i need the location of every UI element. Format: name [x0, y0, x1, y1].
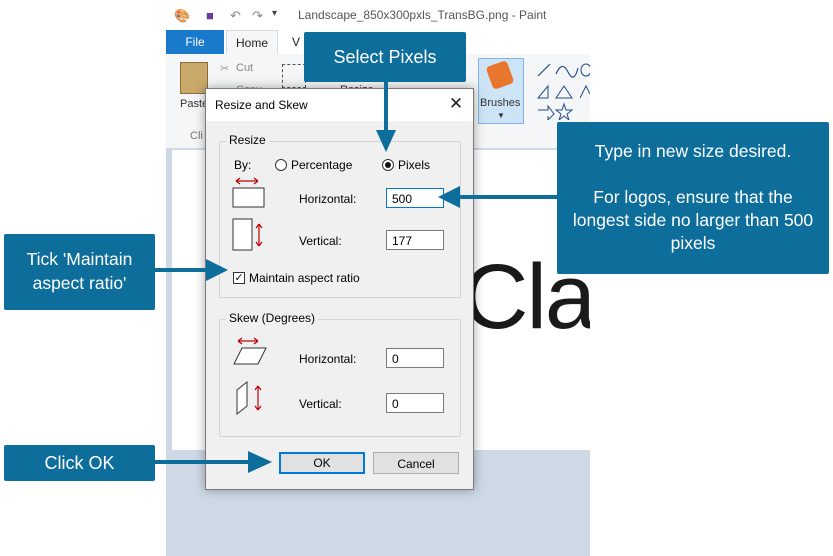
callout-type-size: Type in new size desired. For logos, ens…	[557, 122, 829, 274]
callout-type-size-line1: Type in new size desired.	[594, 141, 792, 161]
arrow-to-ok-button	[248, 451, 272, 473]
callout-tick-maintain: Tick 'Maintain aspect ratio'	[4, 234, 155, 310]
arrow-to-pixels	[376, 130, 396, 152]
callout-select-pixels: Select Pixels	[304, 32, 466, 82]
callout-click-ok: Click OK	[4, 445, 155, 481]
arrow-to-maintain-checkbox	[206, 259, 228, 281]
arrow-to-horizontal-field	[438, 186, 460, 208]
callout-spacer	[569, 163, 817, 186]
callout-type-size-line2: For logos, ensure that the longest side …	[572, 187, 814, 253]
